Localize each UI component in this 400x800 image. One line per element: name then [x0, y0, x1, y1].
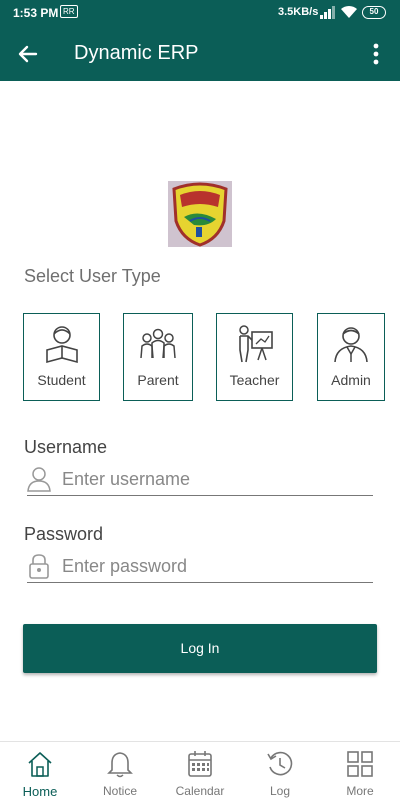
bottom-nav: Home Notice Calendar Log More — [0, 741, 400, 800]
password-label: Password — [24, 524, 104, 544]
status-time: 1:53 PM — [13, 6, 59, 20]
lock-icon — [29, 554, 49, 579]
select-user-type-heading: Select User Type — [24, 266, 161, 286]
carrier-badge: RR — [60, 5, 78, 18]
username-input[interactable] — [62, 466, 362, 492]
nav-item-log[interactable]: Log — [240, 750, 320, 800]
battery-icon: 50 — [362, 6, 386, 19]
wifi-icon — [341, 5, 357, 18]
password-input[interactable] — [62, 553, 362, 579]
admin-person-icon — [334, 327, 368, 363]
status-bar: 1:53 PM RR 3.5KB/s 50 — [0, 0, 400, 26]
bell-icon — [107, 752, 133, 778]
user-type-student[interactable]: Student — [23, 313, 100, 401]
user-type-label: Student — [37, 372, 86, 388]
arrow-left-icon[interactable] — [16, 42, 40, 66]
user-type-admin[interactable]: Admin — [317, 313, 385, 401]
history-icon — [267, 751, 293, 776]
teacher-board-icon — [239, 325, 273, 363]
username-field — [27, 462, 373, 496]
student-reading-icon — [46, 326, 78, 364]
grid-icon — [347, 751, 373, 777]
nav-label: Log — [269, 784, 291, 798]
signal-icon — [320, 6, 335, 19]
network-speed: 3.5KB/s — [278, 6, 319, 18]
nav-label: Calendar — [175, 784, 225, 798]
nav-item-home[interactable]: Home — [0, 750, 80, 800]
user-icon — [27, 467, 51, 492]
user-type-teacher[interactable]: Teacher — [216, 313, 293, 401]
nav-item-more[interactable]: More — [320, 750, 400, 800]
user-type-parent[interactable]: Parent — [123, 313, 193, 401]
nav-item-calendar[interactable]: Calendar — [160, 750, 240, 800]
home-icon — [28, 752, 52, 777]
login-button[interactable]: Log In — [23, 624, 377, 673]
family-icon — [140, 328, 176, 359]
calendar-icon — [188, 751, 212, 777]
school-crest-logo — [172, 182, 228, 247]
user-type-label: Parent — [137, 372, 179, 388]
username-label: Username — [24, 437, 108, 457]
app-title: Dynamic ERP — [74, 42, 199, 64]
nav-item-notice[interactable]: Notice — [80, 750, 160, 800]
nav-label: More — [346, 784, 374, 798]
user-type-label: Teacher — [229, 372, 280, 388]
more-vertical-icon[interactable] — [366, 42, 386, 66]
password-field — [27, 549, 373, 583]
app-bar: Dynamic ERP — [0, 26, 400, 81]
school-logo — [168, 181, 232, 247]
nav-label: Home — [22, 784, 58, 799]
user-type-label: Admin — [331, 372, 371, 388]
nav-label: Notice — [102, 784, 137, 798]
